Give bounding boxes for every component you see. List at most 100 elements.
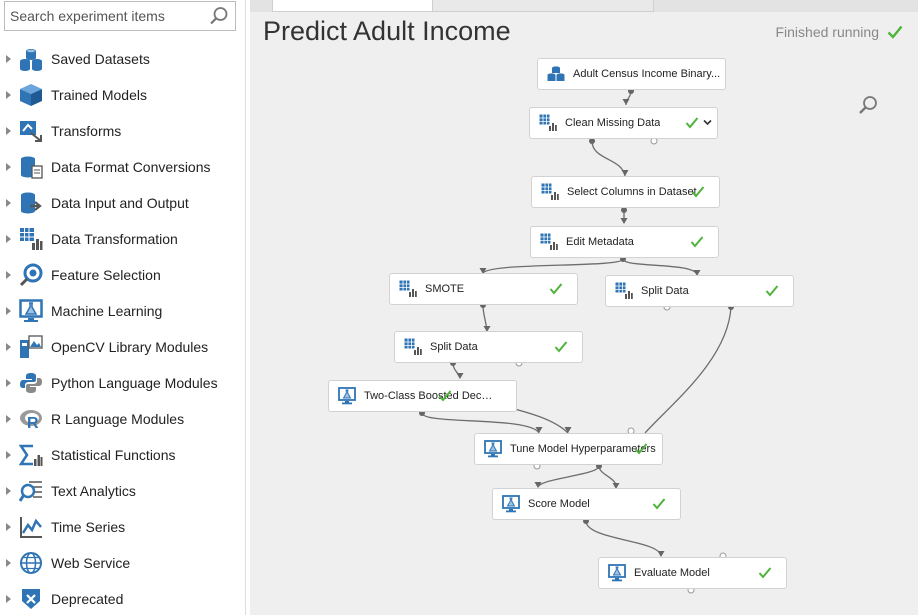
- data-io-icon: [19, 191, 43, 215]
- expand-arrow-icon[interactable]: [6, 451, 11, 459]
- category-label: Feature Selection: [51, 267, 161, 283]
- category-transforms[interactable]: Transforms: [0, 113, 245, 149]
- expand-arrow-icon[interactable]: [6, 523, 11, 531]
- module-palette: Saved Datasets Trained Models Transforms: [0, 0, 246, 615]
- flask-monitor-icon: [484, 440, 502, 458]
- search-box[interactable]: [4, 1, 236, 31]
- category-statistical-functions[interactable]: Statistical Functions: [0, 437, 245, 473]
- check-icon: [549, 283, 563, 295]
- connection: [482, 258, 624, 274]
- chevron-down-icon[interactable]: [703, 118, 712, 127]
- category-data-format-conversions[interactable]: Data Format Conversions: [0, 149, 245, 185]
- module-select-columns[interactable]: Select Columns in Dataset: [531, 176, 720, 208]
- category-label: Saved Datasets: [51, 51, 150, 67]
- connection: [537, 465, 600, 488]
- module-adult-census-dataset[interactable]: Adult Census Income Binary...: [537, 58, 726, 90]
- expand-arrow-icon[interactable]: [6, 307, 11, 315]
- category-machine-learning[interactable]: Machine Learning: [0, 293, 245, 329]
- category-saved-datasets[interactable]: Saved Datasets: [0, 41, 245, 77]
- module-name: Adult Census Income Binary...: [573, 68, 721, 80]
- time-series-icon: [19, 515, 43, 539]
- category-text-analytics[interactable]: Text Analytics: [0, 473, 245, 509]
- search-input[interactable]: [10, 3, 200, 29]
- check-icon: [554, 341, 568, 353]
- module-name: Clean Missing Data: [565, 117, 661, 129]
- category-deprecated[interactable]: Deprecated: [0, 581, 245, 615]
- category-label: Data Format Conversions: [51, 159, 211, 175]
- check-icon: [690, 236, 704, 248]
- category-label: Trained Models: [51, 87, 147, 103]
- module-score-model[interactable]: Score Model: [492, 488, 681, 520]
- expand-arrow-icon[interactable]: [6, 271, 11, 279]
- category-label: Statistical Functions: [51, 447, 176, 463]
- expand-arrow-icon[interactable]: [6, 91, 11, 99]
- expand-arrow-icon[interactable]: [6, 127, 11, 135]
- module-name: Two-Class Boosted Decision...: [364, 390, 494, 402]
- text-analytics-icon: [19, 479, 43, 503]
- category-label: Deprecated: [51, 591, 124, 607]
- module-evaluate-model[interactable]: Evaluate Model: [598, 557, 787, 589]
- module-name: Evaluate Model: [634, 567, 710, 579]
- category-data-transformation[interactable]: Data Transformation: [0, 221, 245, 257]
- module-split-data-right[interactable]: Split Data: [605, 275, 794, 307]
- transform-icon: [19, 119, 43, 143]
- module-two-class-boosted-decision-tree[interactable]: Two-Class Boosted Decision...: [328, 380, 517, 412]
- category-label: OpenCV Library Modules: [51, 339, 209, 355]
- expand-arrow-icon[interactable]: [6, 415, 11, 423]
- grid-chart-icon: [399, 280, 417, 297]
- deprecated-icon: [19, 587, 43, 611]
- expand-arrow-icon[interactable]: [6, 199, 11, 207]
- expand-arrow-icon[interactable]: [6, 55, 11, 63]
- category-time-series[interactable]: Time Series: [0, 509, 245, 545]
- grid-chart-icon: [539, 114, 557, 131]
- category-label: Data Transformation: [51, 231, 178, 247]
- category-label: Text Analytics: [51, 483, 136, 499]
- category-trained-models[interactable]: Trained Models: [0, 77, 245, 113]
- module-edit-metadata[interactable]: Edit Metadata: [530, 226, 719, 258]
- grid-chart-icon: [615, 282, 633, 299]
- expand-arrow-icon[interactable]: [6, 343, 11, 351]
- connection: [421, 412, 540, 434]
- category-data-input-output[interactable]: Data Input and Output: [0, 185, 245, 221]
- r-language-icon: R: [19, 407, 43, 431]
- check-icon: [758, 567, 772, 579]
- module-tune-model-hyperparameters[interactable]: Tune Model Hyperparameters: [474, 433, 663, 465]
- module-name: Split Data: [641, 285, 689, 297]
- svg-text:R: R: [27, 415, 39, 431]
- expand-arrow-icon[interactable]: [6, 379, 11, 387]
- category-opencv-library-modules[interactable]: OpenCV Library Modules: [0, 329, 245, 365]
- module-name: Split Data: [430, 341, 478, 353]
- expand-arrow-icon[interactable]: [6, 595, 11, 603]
- expand-arrow-icon[interactable]: [6, 559, 11, 567]
- connection: [585, 520, 662, 557]
- flask-monitor-icon: [502, 495, 520, 513]
- category-web-service[interactable]: Web Service: [0, 545, 245, 581]
- module-clean-missing-data[interactable]: Clean Missing Data: [529, 107, 718, 139]
- expand-arrow-icon[interactable]: [6, 235, 11, 243]
- module-connections: [419, 88, 734, 594]
- experiment-canvas[interactable]: Predict Adult Income Finished running Ad…: [250, 0, 918, 615]
- datasets-icon: [19, 47, 43, 71]
- connection: [622, 258, 698, 276]
- flask-monitor-icon: [19, 299, 43, 323]
- module-smote[interactable]: SMOTE: [389, 273, 578, 305]
- category-label: Web Service: [51, 555, 131, 571]
- category-feature-selection[interactable]: Feature Selection: [0, 257, 245, 293]
- grid-chart-icon: [540, 233, 558, 250]
- check-icon: [634, 443, 648, 455]
- module-split-data-left[interactable]: Split Data: [394, 331, 583, 363]
- connection: [591, 140, 626, 177]
- feature-selection-icon: [19, 263, 43, 287]
- search-icon[interactable]: [209, 6, 229, 26]
- flask-monitor-icon: [608, 564, 626, 582]
- category-r-language-modules[interactable]: R R Language Modules: [0, 401, 245, 437]
- module-name: SMOTE: [425, 283, 465, 295]
- format-conversion-icon: [19, 155, 43, 179]
- expand-arrow-icon[interactable]: [6, 487, 11, 495]
- category-python-language-modules[interactable]: Python Language Modules: [0, 365, 245, 401]
- data-transformation-icon: [19, 227, 43, 251]
- dataset-icon: [547, 66, 565, 81]
- sigma-icon: [19, 443, 43, 467]
- expand-arrow-icon[interactable]: [6, 163, 11, 171]
- flask-monitor-icon: [338, 387, 356, 405]
